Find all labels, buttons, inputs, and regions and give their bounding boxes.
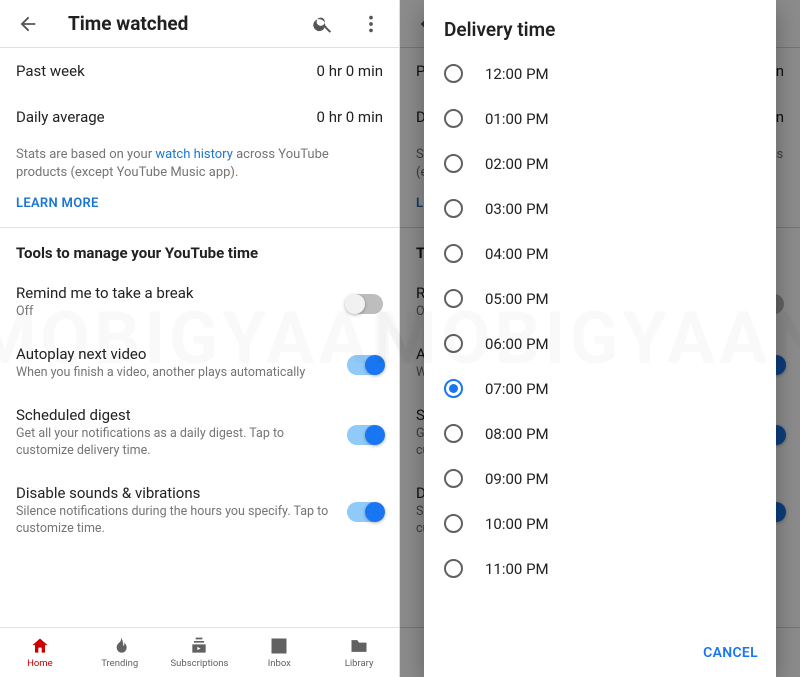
learn-more-button[interactable]: LEARN MORE [0, 190, 399, 227]
radio-icon [444, 64, 463, 83]
switch-remind-break[interactable] [347, 294, 383, 314]
time-option-label: 05:00 PM [485, 290, 549, 308]
setting-text: Disable sounds & vibrations Silence noti… [16, 484, 335, 538]
stat-label: Daily average [16, 108, 105, 126]
setting-title: Autoplay next video [16, 345, 335, 363]
section-tools-title: Tools to manage your YouTube time [0, 228, 399, 274]
time-option[interactable]: 10:00 PM [432, 501, 768, 546]
stat-value: 0 hr 0 min [317, 108, 383, 126]
time-option[interactable]: 04:00 PM [432, 231, 768, 276]
watch-history-link[interactable]: watch history [155, 147, 233, 162]
setting-title: Scheduled digest [16, 406, 335, 424]
time-option-label: 11:00 PM [485, 560, 549, 578]
flame-icon [110, 636, 130, 656]
time-option-label: 04:00 PM [485, 245, 549, 263]
time-option[interactable]: 12:00 PM [432, 51, 768, 96]
setting-autoplay[interactable]: Autoplay next video When you finish a vi… [0, 335, 399, 396]
time-option-label: 03:00 PM [485, 200, 549, 218]
radio-icon [444, 424, 463, 443]
radio-icon [444, 334, 463, 353]
search-icon[interactable] [303, 4, 343, 44]
nav-label: Inbox [268, 658, 291, 669]
content-area: Past week 0 hr 0 min Daily average 0 hr … [0, 48, 399, 627]
nav-label: Trending [101, 658, 138, 669]
radio-icon [444, 289, 463, 308]
time-option-label: 07:00 PM [485, 380, 549, 398]
time-option[interactable]: 07:00 PM [432, 366, 768, 411]
stat-value: 0 hr 0 min [317, 62, 383, 80]
delivery-time-dialog: Delivery time 12:00 PM 01:00 PM 02:00 PM 03… [424, 0, 776, 677]
setting-remind-break[interactable]: Remind me to take a break Off [0, 274, 399, 335]
setting-title: Disable sounds & vibrations [16, 484, 335, 502]
setting-disable-sounds[interactable]: Disable sounds & vibrations Silence noti… [0, 474, 399, 552]
radio-icon [444, 154, 463, 173]
time-option-label: 08:00 PM [485, 425, 549, 443]
time-option[interactable]: 08:00 PM [432, 411, 768, 456]
back-arrow-icon[interactable] [8, 4, 48, 44]
nav-library[interactable]: Library [319, 628, 399, 677]
app-bar: Time watched [0, 0, 399, 48]
more-vert-icon[interactable] [351, 4, 391, 44]
dialog-actions: CANCEL [424, 635, 776, 677]
time-option-label: 06:00 PM [485, 335, 549, 353]
time-option[interactable]: 05:00 PM [432, 276, 768, 321]
radio-icon [444, 514, 463, 533]
time-option[interactable]: 02:00 PM [432, 141, 768, 186]
screen-time-watched: Time watched Past week 0 hr 0 min Daily … [0, 0, 400, 677]
setting-text: Autoplay next video When you finish a vi… [16, 345, 335, 382]
time-option[interactable]: 01:00 PM [432, 96, 768, 141]
time-option-label: 02:00 PM [485, 155, 549, 173]
radio-icon [444, 244, 463, 263]
stat-daily-average: Daily average 0 hr 0 min [0, 94, 399, 140]
bottom-nav: Home Trending Subscriptions Inbox Librar… [0, 627, 399, 677]
setting-text: Remind me to take a break Off [16, 284, 335, 321]
page-title: Time watched [68, 12, 295, 35]
home-icon [30, 636, 50, 656]
time-option[interactable]: 09:00 PM [432, 456, 768, 501]
subscriptions-icon [189, 636, 209, 656]
nav-label: Home [27, 658, 53, 669]
note-text: Stats are based on your [16, 147, 155, 162]
mail-icon [269, 636, 289, 656]
side-by-side-screens: Time watched Past week 0 hr 0 min Daily … [0, 0, 800, 677]
stat-label: Past week [16, 62, 85, 80]
radio-icon [444, 199, 463, 218]
folder-icon [349, 636, 369, 656]
nav-label: Subscriptions [171, 658, 229, 669]
nav-trending[interactable]: Trending [80, 628, 160, 677]
time-option-label: 01:00 PM [485, 110, 549, 128]
time-option-list[interactable]: 12:00 PM 01:00 PM 02:00 PM 03:00 PM 04:00 PM… [424, 51, 776, 635]
setting-subtitle: When you finish a video, another plays a… [16, 365, 335, 382]
stat-past-week: Past week 0 hr 0 min [0, 48, 399, 94]
radio-icon [444, 109, 463, 128]
switch-scheduled-digest[interactable] [347, 425, 383, 445]
dialog-title: Delivery time [424, 0, 776, 51]
time-option[interactable]: 11:00 PM [432, 546, 768, 591]
time-option-label: 12:00 PM [485, 65, 549, 83]
time-option[interactable]: 06:00 PM [432, 321, 768, 366]
time-option-label: 10:00 PM [485, 515, 549, 533]
setting-text: Scheduled digest Get all your notificati… [16, 406, 335, 460]
stats-note: Stats are based on your watch history ac… [0, 140, 399, 190]
nav-subscriptions[interactable]: Subscriptions [160, 628, 240, 677]
nav-inbox[interactable]: Inbox [239, 628, 319, 677]
radio-icon [444, 469, 463, 488]
setting-title: Remind me to take a break [16, 284, 335, 302]
setting-subtitle: Get all your notifications as a daily di… [16, 426, 335, 460]
time-option-label: 09:00 PM [485, 470, 549, 488]
setting-subtitle: Off [16, 304, 335, 321]
nav-home[interactable]: Home [0, 628, 80, 677]
radio-icon [444, 379, 463, 398]
cancel-button[interactable]: CANCEL [703, 645, 758, 661]
screen-delivery-time-dialog: Time watched Past week0 hr 0 min Daily a… [400, 0, 800, 677]
switch-autoplay[interactable] [347, 355, 383, 375]
setting-subtitle: Silence notifications during the hours y… [16, 504, 335, 538]
time-option[interactable]: 03:00 PM [432, 186, 768, 231]
switch-disable-sounds[interactable] [347, 502, 383, 522]
dialog-scrim[interactable]: Delivery time 12:00 PM 01:00 PM 02:00 PM 03… [400, 0, 800, 677]
nav-label: Library [345, 658, 374, 669]
radio-icon [444, 559, 463, 578]
setting-scheduled-digest[interactable]: Scheduled digest Get all your notificati… [0, 396, 399, 474]
